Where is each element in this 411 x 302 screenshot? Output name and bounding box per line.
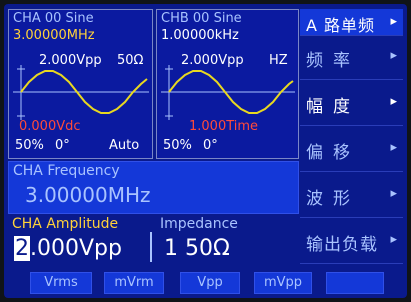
cha-panel[interactable]: CHA 00 Sine 3.00000MHz 2.000Vpp 50Ω 0.00… <box>8 9 153 159</box>
menu-item-label: 频率 <box>306 51 360 71</box>
chb-frequency: 1.00000kHz <box>161 28 239 43</box>
menu-item-label: 偏移 <box>306 143 360 163</box>
menu-item-channel-a-single[interactable]: A 路单频 ▸ <box>300 9 403 36</box>
menu-item-label: A 路单频 <box>306 16 376 35</box>
amplitude-value-rest: .000Vpp <box>30 236 122 261</box>
softkey-vpp[interactable]: Vpp <box>180 272 240 294</box>
menu-item-label: 输出负载 <box>306 235 378 255</box>
generator-screen: CHA 00 Sine 3.00000MHz 2.000Vpp 50Ω 0.00… <box>4 4 407 298</box>
menu-item-label: 幅度 <box>306 97 360 117</box>
menu-item-amplitude[interactable]: 幅度 ▸ <box>300 83 403 126</box>
chevron-right-icon: ▸ <box>390 48 397 63</box>
menu-item-offset[interactable]: 偏移 ▸ <box>300 129 403 172</box>
frequency-value: 3.00000MHz <box>25 183 151 207</box>
softkey-bar: Vrms mVrm Vpp mVpp <box>4 270 407 294</box>
chevron-right-icon: ▸ <box>390 14 397 29</box>
chb-offset: 1.000Time <box>189 119 259 134</box>
menu-item-label: 波形 <box>306 189 360 209</box>
frequency-panel[interactable]: CHA Frequency 3.00000MHz <box>8 161 299 214</box>
edit-area[interactable]: CHA Amplitude Impedance 2.000Vpp 1 50Ω <box>8 216 297 264</box>
amplitude-input[interactable]: 2.000Vpp <box>14 236 122 261</box>
menu-item-output-load[interactable]: 输出负载 ▸ <box>300 221 403 264</box>
amplitude-cursor-digit[interactable]: 2 <box>14 236 30 261</box>
frequency-label: CHA Frequency <box>13 163 120 179</box>
amplitude-label: CHA Amplitude <box>12 216 119 232</box>
cha-offset: 0.000Vdc <box>19 119 81 134</box>
cha-title: CHA 00 Sine <box>13 11 94 26</box>
softkey-mvpp[interactable]: mVpp <box>254 272 312 294</box>
chb-phase: 0° <box>203 138 218 153</box>
chb-duty: 50% <box>163 138 192 153</box>
cha-waveform <box>13 65 149 120</box>
softkey-vrms[interactable]: Vrms <box>30 272 92 294</box>
cha-phase: 0° <box>55 138 70 153</box>
menu-item-waveform[interactable]: 波形 ▸ <box>300 175 403 218</box>
chevron-right-icon: ▸ <box>390 140 397 155</box>
softkey-empty[interactable] <box>326 272 384 294</box>
impedance-label: Impedance <box>160 216 238 232</box>
cha-mode: Auto <box>109 138 140 153</box>
chevron-right-icon: ▸ <box>390 94 397 109</box>
softkey-mvrm[interactable]: mVrm <box>104 272 164 294</box>
chb-panel[interactable]: CHB 00 Sine 1.00000kHz 2.000Vpp HZ 1.000… <box>156 9 299 159</box>
cha-frequency: 3.00000MHz <box>13 28 95 43</box>
impedance-value[interactable]: 1 50Ω <box>164 236 230 261</box>
cha-duty: 50% <box>15 138 44 153</box>
chevron-right-icon: ▸ <box>390 232 397 247</box>
chevron-right-icon: ▸ <box>390 186 397 201</box>
chb-waveform <box>161 65 295 120</box>
chb-title: CHB 00 Sine <box>161 11 242 26</box>
menu-item-frequency[interactable]: 频率 ▸ <box>300 37 403 80</box>
edit-divider <box>150 232 152 262</box>
